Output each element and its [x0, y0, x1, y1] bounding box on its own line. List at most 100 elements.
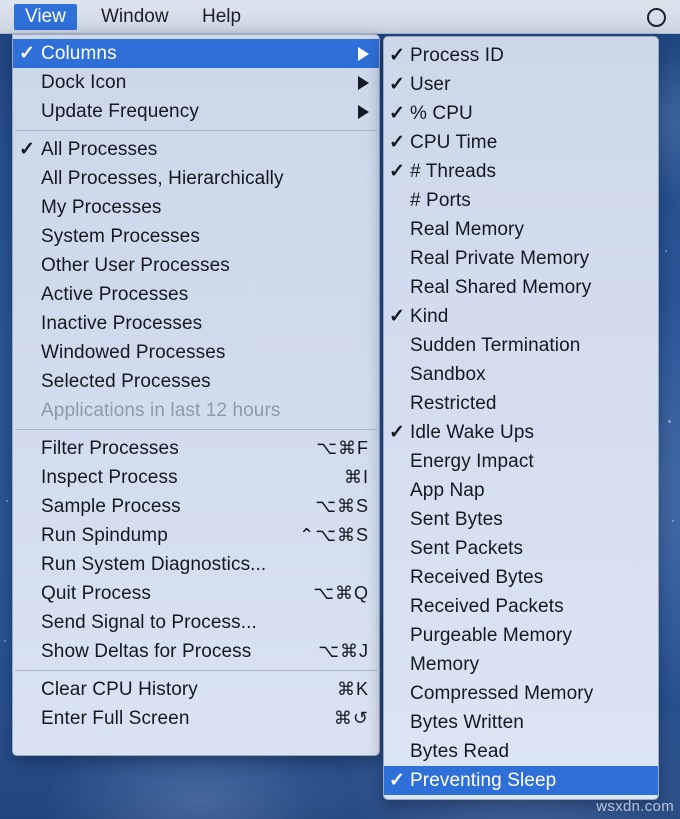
column-toggle-label: % CPU	[410, 102, 473, 124]
column-toggle-real-private-memory[interactable]: Real Private Memory	[384, 244, 658, 273]
menu-item-label: All Processes	[41, 138, 158, 160]
column-toggle-memory[interactable]: Memory	[384, 650, 658, 679]
menu-item-inactive-processes[interactable]: Inactive Processes	[13, 309, 379, 338]
column-toggle-process-id[interactable]: ✓ Process ID	[384, 41, 658, 70]
menu-item-selected-processes[interactable]: Selected Processes	[13, 367, 379, 396]
checkmark-icon: ✓	[389, 770, 405, 791]
menu-item-inspect-process[interactable]: Inspect Process ⌘I	[13, 463, 379, 492]
column-toggle-label: Memory	[410, 653, 480, 675]
menu-item-clear-cpu-history[interactable]: Clear CPU History ⌘K	[13, 675, 379, 704]
column-toggle-label: # Ports	[410, 189, 471, 211]
menubar-item-view[interactable]: View	[14, 4, 77, 30]
checkmark-icon: ✓	[389, 422, 405, 443]
checkmark-icon: ✓	[19, 139, 35, 160]
column-toggle-bytes-read[interactable]: Bytes Read	[384, 737, 658, 766]
column-toggle-cpu-time[interactable]: ✓ CPU Time	[384, 128, 658, 157]
menu-item-all-processes[interactable]: ✓ All Processes	[13, 135, 379, 164]
menu-item-columns[interactable]: ✓ Columns	[13, 39, 379, 68]
column-toggle-bytes-written[interactable]: Bytes Written	[384, 708, 658, 737]
column-toggle-sandbox[interactable]: Sandbox	[384, 360, 658, 389]
column-toggle-cpu[interactable]: ✓% CPU	[384, 99, 658, 128]
column-toggle-compressed-memory[interactable]: Compressed Memory	[384, 679, 658, 708]
menu-item-label: Clear CPU History	[41, 678, 198, 700]
menu-item-label: Update Frequency	[41, 100, 199, 122]
menu-item-update-frequency[interactable]: Update Frequency	[13, 97, 379, 126]
checkmark-icon: ✓	[389, 161, 405, 182]
column-toggle-kind[interactable]: ✓ Kind	[384, 302, 658, 331]
menu-item-all-processes-hierarchically[interactable]: All Processes, Hierarchically	[13, 164, 379, 193]
column-toggle-real-shared-memory[interactable]: Real Shared Memory	[384, 273, 658, 302]
checkmark-icon: ✓	[389, 132, 405, 153]
menubar-item-window[interactable]: Window	[90, 4, 180, 30]
column-toggle-received-packets[interactable]: Received Packets	[384, 592, 658, 621]
column-toggle-sudden-termination[interactable]: Sudden Termination	[384, 331, 658, 360]
menu-item-sample-process[interactable]: Sample Process ⌥⌘S	[13, 492, 379, 521]
menu-item-quit-process[interactable]: Quit Process ⌥⌘Q	[13, 579, 379, 608]
menu-separator	[15, 130, 377, 131]
column-toggle-real-memory[interactable]: Real Memory	[384, 215, 658, 244]
menu-item-applications-in-last-12-hours: Applications in last 12 hours	[13, 396, 379, 425]
column-toggle-label: Real Private Memory	[410, 247, 590, 269]
column-toggle-label: Sandbox	[410, 363, 486, 385]
menu-item-my-processes[interactable]: My Processes	[13, 193, 379, 222]
column-toggle-label: Bytes Written	[410, 711, 524, 733]
menu-item-shortcut: ⌥⌘S	[315, 496, 369, 516]
menu-item-shortcut: ⌥⌘Q	[313, 583, 369, 603]
menu-separator	[15, 429, 377, 430]
column-toggle-sent-packets[interactable]: Sent Packets	[384, 534, 658, 563]
menu-item-shortcut: ⌘I	[343, 467, 369, 487]
column-toggle-threads[interactable]: ✓ # Threads	[384, 157, 658, 186]
column-toggle-user[interactable]: ✓ User	[384, 70, 658, 99]
menu-item-show-deltas-for-process[interactable]: Show Deltas for Process ⌥⌘J	[13, 637, 379, 666]
column-toggle-idle-wake-ups[interactable]: ✓ Idle Wake Ups	[384, 418, 658, 447]
column-toggle-purgeable-memory[interactable]: Purgeable Memory	[384, 621, 658, 650]
column-toggle-label: Kind	[410, 305, 449, 327]
column-toggle-label: Purgeable Memory	[410, 624, 573, 646]
menu-item-send-signal-to-process[interactable]: Send Signal to Process...	[13, 608, 379, 637]
menu-item-label: Selected Processes	[41, 370, 211, 392]
menu-item-system-processes[interactable]: System Processes	[13, 222, 379, 251]
submenu-arrow-icon	[358, 46, 369, 61]
columns-submenu-panel: ✓ Process ID ✓ User ✓% CPU ✓ CPU Time ✓ # Thread…	[383, 36, 659, 800]
menu-item-run-system-diagnostics[interactable]: Run System Diagnostics...	[13, 550, 379, 579]
menu-item-shortcut: ⌥⌘J	[318, 641, 369, 661]
column-toggle-ports[interactable]: # Ports	[384, 186, 658, 215]
column-toggle-label: Process ID	[410, 44, 504, 66]
checkmark-icon: ✓	[389, 103, 405, 124]
column-toggle-app-nap[interactable]: App Nap	[384, 476, 658, 505]
column-toggle-received-bytes[interactable]: Received Bytes	[384, 563, 658, 592]
column-toggle-label: App Nap	[410, 479, 485, 501]
menu-item-label: Sample Process	[41, 495, 181, 517]
circle-icon[interactable]	[647, 8, 666, 27]
column-toggle-label: Real Shared Memory	[410, 276, 592, 298]
menu-item-shortcut: ⌘K	[336, 679, 369, 699]
menu-item-shortcut: ⌘↺	[333, 708, 369, 728]
checkmark-icon: ✓	[389, 45, 405, 66]
menu-separator	[15, 670, 377, 671]
menu-item-label: Enter Full Screen	[41, 707, 190, 729]
column-toggle-label: Preventing Sleep	[410, 769, 557, 791]
column-toggle-preventing-sleep[interactable]: ✓ Preventing Sleep	[384, 766, 658, 795]
menu-item-label: My Processes	[41, 196, 162, 218]
column-toggle-label: Received Bytes	[410, 566, 544, 588]
menu-item-active-processes[interactable]: Active Processes	[13, 280, 379, 309]
menu-item-label: Run System Diagnostics...	[41, 553, 267, 575]
column-toggle-energy-impact[interactable]: Energy Impact	[384, 447, 658, 476]
column-toggle-label: Sent Bytes	[410, 508, 503, 530]
column-toggle-label: Restricted	[410, 392, 497, 414]
menu-item-run-spindump[interactable]: Run Spindump ⌃⌥⌘S	[13, 521, 379, 550]
submenu-arrow-icon	[358, 104, 369, 119]
column-toggle-sent-bytes[interactable]: Sent Bytes	[384, 505, 658, 534]
menu-item-filter-processes[interactable]: Filter Processes ⌥⌘F	[13, 434, 379, 463]
menu-item-shortcut: ⌃⌥⌘S	[299, 525, 369, 545]
menu-item-enter-full-screen[interactable]: Enter Full Screen ⌘↺	[13, 704, 379, 733]
menu-item-dock-icon[interactable]: Dock Icon	[13, 68, 379, 97]
menu-item-windowed-processes[interactable]: Windowed Processes	[13, 338, 379, 367]
watermark: wsxdn.com	[596, 798, 674, 815]
menubar-item-help[interactable]: Help	[191, 4, 252, 30]
column-toggle-label: Bytes Read	[410, 740, 510, 762]
column-toggle-restricted[interactable]: Restricted	[384, 389, 658, 418]
menu-item-other-user-processes[interactable]: Other User Processes	[13, 251, 379, 280]
column-toggle-label: # Threads	[410, 160, 497, 182]
column-toggle-label: Received Packets	[410, 595, 564, 617]
